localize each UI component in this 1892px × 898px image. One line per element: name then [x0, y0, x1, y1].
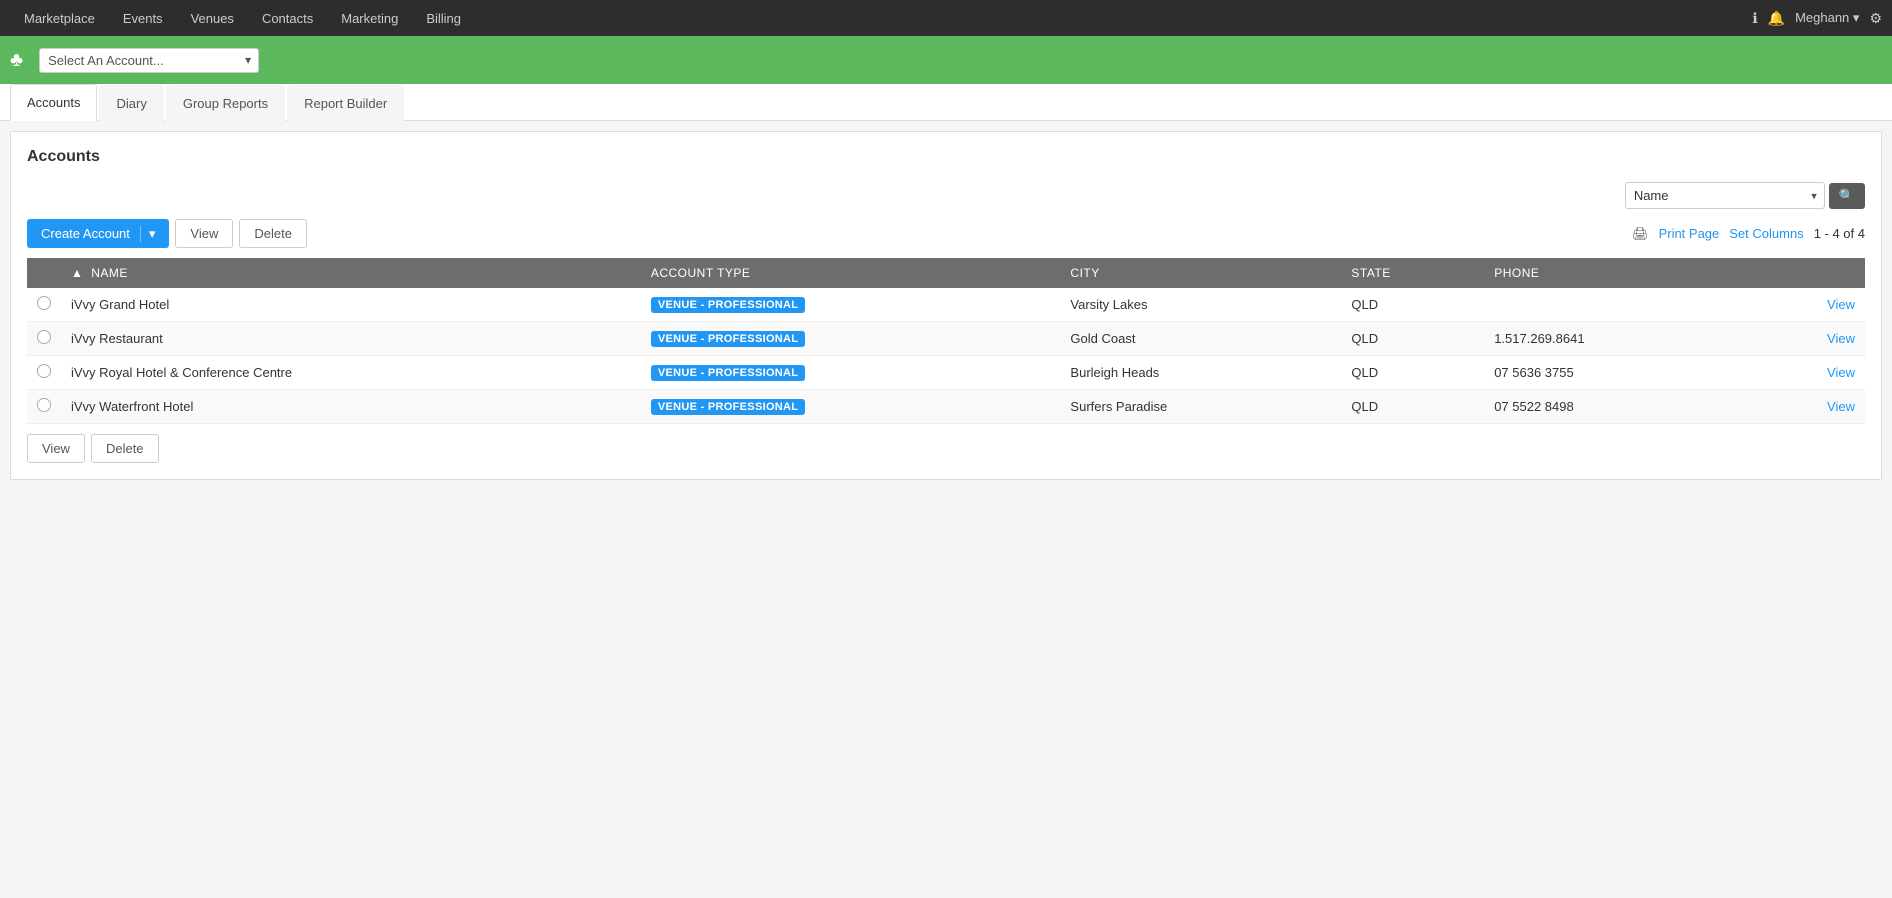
search-field-select[interactable]: Name	[1625, 182, 1825, 209]
tab-accounts[interactable]: Accounts	[10, 84, 97, 121]
nav-menu: Marketplace Events Venues Contacts Marke…	[10, 0, 475, 36]
row-state-4: QLD	[1341, 390, 1484, 424]
nav-venues[interactable]: Venues	[177, 0, 248, 36]
row-radio-1[interactable]	[27, 288, 61, 322]
table-row: iVvy Waterfront Hotel VENUE - PROFESSION…	[27, 390, 1865, 424]
row-city-2: Gold Coast	[1060, 322, 1341, 356]
row-account-type-3: VENUE - PROFESSIONAL	[641, 356, 1061, 390]
row-radio-3[interactable]	[27, 356, 61, 390]
record-count: 1 - 4 of 4	[1814, 226, 1865, 241]
row-name-1: iVvy Grand Hotel	[61, 288, 641, 322]
row-view-2[interactable]: View	[1750, 322, 1865, 356]
row-state-1: QLD	[1341, 288, 1484, 322]
table-row: iVvy Restaurant VENUE - PROFESSIONAL Gol…	[27, 322, 1865, 356]
nav-marketing[interactable]: Marketing	[327, 0, 412, 36]
row-phone-3: 07 5636 3755	[1484, 356, 1749, 390]
search-select-wrapper: Name	[1625, 182, 1825, 209]
row-phone-2: 1.517.269.8641	[1484, 322, 1749, 356]
tab-diary[interactable]: Diary	[99, 85, 163, 121]
print-page-link[interactable]: Print Page	[1659, 226, 1720, 241]
row-account-type-2: VENUE - PROFESSIONAL	[641, 322, 1061, 356]
sort-arrow-name: ▲	[71, 266, 83, 280]
col-state: STATE	[1341, 258, 1484, 288]
green-bar: ♣ Select An Account...	[0, 36, 1892, 84]
accounts-table: ▲ NAME ACCOUNT TYPE CITY STATE PHONE iVv…	[27, 258, 1865, 424]
bell-icon[interactable]: 🔔	[1768, 10, 1785, 27]
col-city: CITY	[1060, 258, 1341, 288]
row-name-4: iVvy Waterfront Hotel	[61, 390, 641, 424]
row-name-3: iVvy Royal Hotel & Conference Centre	[61, 356, 641, 390]
account-select[interactable]: Select An Account...	[39, 48, 259, 73]
tab-group-reports[interactable]: Group Reports	[166, 85, 285, 121]
nav-billing[interactable]: Billing	[412, 0, 475, 36]
nav-events[interactable]: Events	[109, 0, 177, 36]
view-button-bottom[interactable]: View	[27, 434, 85, 463]
col-select	[27, 258, 61, 288]
row-view-4[interactable]: View	[1750, 390, 1865, 424]
col-actions	[1750, 258, 1865, 288]
create-account-label: Create Account	[41, 226, 130, 241]
row-state-3: QLD	[1341, 356, 1484, 390]
col-account-type: ACCOUNT TYPE	[641, 258, 1061, 288]
gear-icon[interactable]: ⚙	[1869, 10, 1882, 27]
create-account-button[interactable]: Create Account ▾	[27, 219, 169, 248]
tab-report-builder[interactable]: Report Builder	[287, 85, 404, 121]
col-name[interactable]: ▲ NAME	[61, 258, 641, 288]
page-title: Accounts	[27, 148, 1865, 166]
nav-contacts[interactable]: Contacts	[248, 0, 327, 36]
toolbar-right: 🖨 Print Page Set Columns 1 - 4 of 4	[1632, 226, 1865, 242]
view-button-top[interactable]: View	[175, 219, 233, 248]
top-nav-right: ℹ 🔔 Meghann ▾ ⚙	[1752, 10, 1882, 27]
row-state-2: QLD	[1341, 322, 1484, 356]
bottom-toolbar: View Delete	[27, 434, 1865, 463]
printer-icon: 🖨	[1632, 226, 1649, 242]
set-columns-link[interactable]: Set Columns	[1729, 226, 1803, 241]
row-city-1: Varsity Lakes	[1060, 288, 1341, 322]
main-content: Accounts Name 🔍 Create Account ▾ View De…	[10, 131, 1882, 480]
row-name-2: iVvy Restaurant	[61, 322, 641, 356]
delete-button-top[interactable]: Delete	[239, 219, 307, 248]
search-button[interactable]: 🔍	[1829, 183, 1865, 209]
user-menu[interactable]: Meghann ▾	[1795, 10, 1859, 26]
row-city-4: Surfers Paradise	[1060, 390, 1341, 424]
toolbar-left: Create Account ▾ View Delete	[27, 219, 307, 248]
row-account-type-4: VENUE - PROFESSIONAL	[641, 390, 1061, 424]
row-phone-4: 07 5522 8498	[1484, 390, 1749, 424]
row-view-1[interactable]: View	[1750, 288, 1865, 322]
account-selector-wrapper: Select An Account...	[39, 48, 259, 73]
row-radio-4[interactable]	[27, 390, 61, 424]
row-account-type-1: VENUE - PROFESSIONAL	[641, 288, 1061, 322]
info-icon[interactable]: ℹ	[1752, 10, 1757, 27]
row-radio-2[interactable]	[27, 322, 61, 356]
row-view-3[interactable]: View	[1750, 356, 1865, 390]
top-navigation: Marketplace Events Venues Contacts Marke…	[0, 0, 1892, 36]
col-phone: PHONE	[1484, 258, 1749, 288]
search-bar: Name 🔍	[27, 182, 1865, 209]
nav-marketplace[interactable]: Marketplace	[10, 0, 109, 36]
row-phone-1	[1484, 288, 1749, 322]
tabs-container: Accounts Diary Group Reports Report Buil…	[0, 84, 1892, 121]
table-row: iVvy Royal Hotel & Conference Centre VEN…	[27, 356, 1865, 390]
create-account-dropdown-arrow[interactable]: ▾	[140, 226, 156, 242]
logo-icon: ♣	[10, 49, 23, 72]
delete-button-bottom[interactable]: Delete	[91, 434, 159, 463]
row-city-3: Burleigh Heads	[1060, 356, 1341, 390]
table-header-row: ▲ NAME ACCOUNT TYPE CITY STATE PHONE	[27, 258, 1865, 288]
toolbar: Create Account ▾ View Delete 🖨 Print Pag…	[27, 219, 1865, 248]
table-row: iVvy Grand Hotel VENUE - PROFESSIONAL Va…	[27, 288, 1865, 322]
